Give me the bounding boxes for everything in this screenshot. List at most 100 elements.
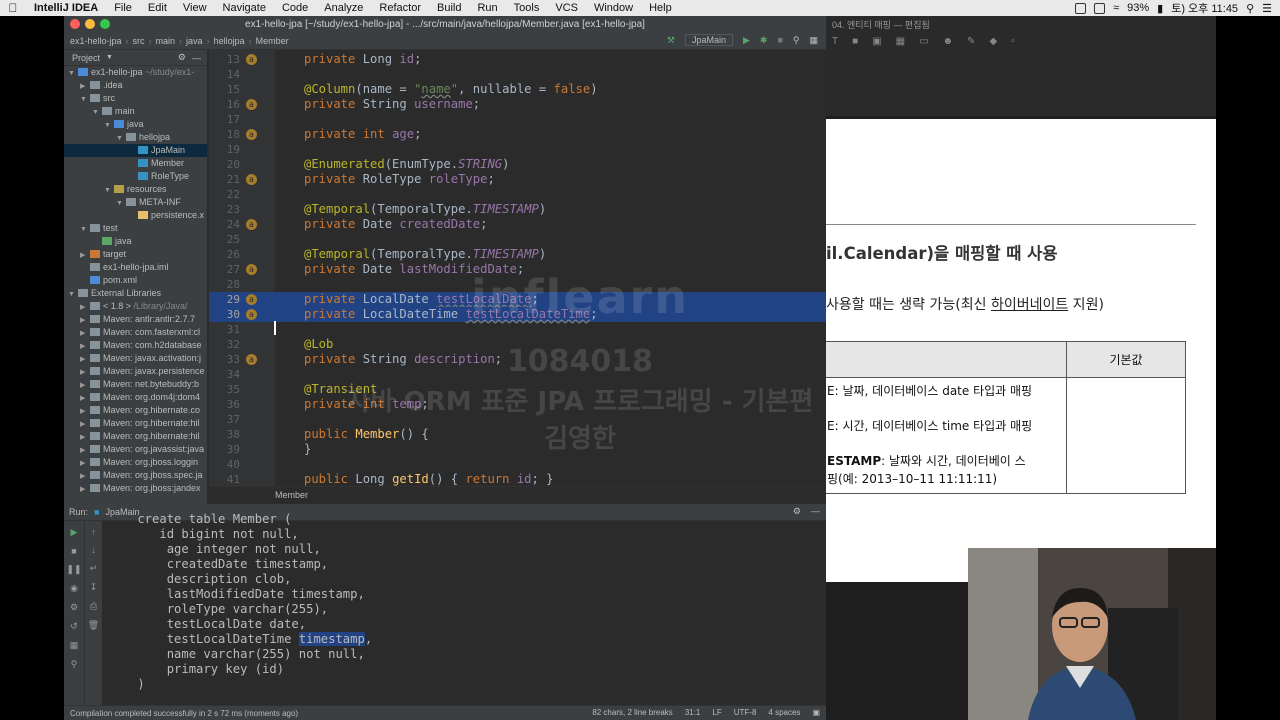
- tree-item[interactable]: ▶ Maven: org.javassist:java: [64, 443, 207, 456]
- breadcrumb-project[interactable]: ex1-hello-jpa: [70, 36, 122, 46]
- chevron-right-icon[interactable]: ▶: [80, 327, 90, 339]
- chevron-right-icon[interactable]: ▶: [80, 431, 90, 443]
- slide-canvas[interactable]: il.Calendar)을 매핑할 때 사용 사용할 때는 생략 가능(최신 하…: [826, 119, 1216, 582]
- trash-icon[interactable]: 🗑: [88, 620, 99, 631]
- menu-refactor[interactable]: Refactor: [371, 2, 429, 14]
- tree-item[interactable]: ▼ META-INF: [64, 196, 207, 209]
- menu-app-name[interactable]: IntelliJ IDEA: [26, 2, 106, 14]
- breadcrumb-package[interactable]: hellojpa: [214, 36, 245, 46]
- code-line[interactable]: 35 @Transient: [209, 382, 826, 397]
- code-line[interactable]: 21 a private RoleType roleType;: [209, 172, 826, 187]
- restore-layout-icon[interactable]: ↺: [70, 621, 78, 632]
- code-line[interactable]: 40: [209, 457, 826, 472]
- tree-item[interactable]: ▼ External Libraries: [64, 287, 207, 300]
- menu-vcs[interactable]: VCS: [547, 2, 586, 14]
- down-arrow-icon[interactable]: ↓: [91, 545, 96, 555]
- tree-item[interactable]: ▶ Maven: org.jboss.loggin: [64, 456, 207, 469]
- hide-panel-icon[interactable]: —: [192, 53, 201, 63]
- menu-run[interactable]: Run: [469, 2, 505, 14]
- project-structure-icon[interactable]: ▦: [809, 35, 818, 46]
- document-icon[interactable]: ▫: [1011, 36, 1015, 47]
- chevron-down-icon[interactable]: ▼: [80, 223, 90, 235]
- tree-item[interactable]: ▶ target: [64, 248, 207, 261]
- layout-icon[interactable]: ▦: [70, 640, 79, 651]
- chevron-down-icon[interactable]: ▼: [104, 184, 114, 196]
- code-line[interactable]: 15 @Column(name = "name", nullable = fals…: [209, 82, 826, 97]
- tree-item[interactable]: ▼ resources: [64, 183, 207, 196]
- chevron-right-icon[interactable]: ▶: [80, 353, 90, 365]
- code-line[interactable]: 31: [209, 322, 826, 337]
- tree-item[interactable]: ▶ < 1.8 > /Library/Java/: [64, 300, 207, 313]
- menu-view[interactable]: View: [175, 2, 215, 14]
- chevron-down-icon[interactable]: ▼: [116, 132, 126, 144]
- code-line[interactable]: 17: [209, 112, 826, 127]
- field-gutter-icon[interactable]: a: [246, 264, 257, 275]
- chevron-down-icon[interactable]: ▼: [68, 288, 78, 300]
- code-line[interactable]: 30 a private LocalDateTime testLocalDateTi…: [209, 307, 826, 322]
- code-line[interactable]: 33 a private String description;: [209, 352, 826, 367]
- tree-item[interactable]: ▶ Maven: org.jboss:jandex: [64, 482, 207, 495]
- gear-icon[interactable]: ⚙: [793, 506, 801, 517]
- menu-edit[interactable]: Edit: [140, 2, 175, 14]
- table-tool-icon[interactable]: ▦: [896, 36, 905, 47]
- tree-item[interactable]: ▶ Maven: org.dom4j:dom4: [64, 391, 207, 404]
- field-gutter-icon[interactable]: a: [246, 309, 257, 320]
- camera-icon[interactable]: ◉: [70, 583, 78, 594]
- format-icon[interactable]: ✎: [967, 36, 975, 47]
- tree-item[interactable]: ▼ src: [64, 92, 207, 105]
- chevron-right-icon[interactable]: ▶: [80, 340, 90, 352]
- menu-tools[interactable]: Tools: [506, 2, 548, 14]
- code-line[interactable]: 25: [209, 232, 826, 247]
- tree-item[interactable]: ▶ Maven: org.jboss.spec.ja: [64, 469, 207, 482]
- tree-item[interactable]: ▶ Maven: net.bytebuddy:b: [64, 378, 207, 391]
- code-line[interactable]: 32 @Lob: [209, 337, 826, 352]
- tree-item[interactable]: ▶ .idea: [64, 79, 207, 92]
- tree-item[interactable]: JpaMain: [64, 144, 207, 157]
- menu-list-icon[interactable]: ☰: [1262, 2, 1272, 15]
- code-line[interactable]: 29 a private LocalDate testLocalDate;: [209, 292, 826, 307]
- rerun-icon[interactable]: ▶: [71, 527, 78, 538]
- code-line[interactable]: 39}: [209, 442, 826, 457]
- chevron-down-icon[interactable]: ▼: [68, 67, 78, 79]
- code-line[interactable]: 34: [209, 367, 826, 382]
- battery-icon[interactable]: ▮: [1157, 2, 1163, 15]
- up-arrow-icon[interactable]: ↑: [91, 527, 96, 537]
- breadcrumb-src[interactable]: src: [133, 36, 145, 46]
- field-gutter-icon[interactable]: a: [246, 129, 257, 140]
- tree-item[interactable]: ▶ Maven: org.hibernate:hil: [64, 417, 207, 430]
- chevron-right-icon[interactable]: ▶: [80, 379, 90, 391]
- code-line[interactable]: 20 @Enumerated(EnumType.STRING): [209, 157, 826, 172]
- collaborate-icon[interactable]: ☻: [943, 36, 954, 47]
- breadcrumb-java[interactable]: java: [186, 36, 203, 46]
- hide-panel-icon[interactable]: —: [811, 506, 820, 517]
- tree-item[interactable]: ▶ Maven: antlr:antlr:2.7.7: [64, 313, 207, 326]
- menu-build[interactable]: Build: [429, 2, 469, 14]
- code-line[interactable]: 41 public Long getId() { return id; }: [209, 472, 826, 487]
- indent-setting[interactable]: 4 spaces: [768, 708, 800, 717]
- chevron-right-icon[interactable]: ▶: [80, 366, 90, 378]
- pin-icon[interactable]: ⚲: [71, 659, 78, 670]
- menu-file[interactable]: File: [106, 2, 140, 14]
- tree-item[interactable]: Member: [64, 157, 207, 170]
- code-line[interactable]: 22: [209, 187, 826, 202]
- battery-percent[interactable]: 93%: [1127, 2, 1149, 14]
- chevron-right-icon[interactable]: ▶: [80, 483, 90, 495]
- chevron-right-icon[interactable]: ▶: [80, 444, 90, 456]
- menu-window[interactable]: Window: [586, 2, 641, 14]
- field-gutter-icon[interactable]: a: [246, 99, 257, 110]
- file-encoding[interactable]: UTF-8: [734, 708, 757, 717]
- tree-item[interactable]: ▶ Maven: com.fasterxml:cl: [64, 326, 207, 339]
- soft-wrap-icon[interactable]: ↵: [90, 563, 98, 574]
- tree-item[interactable]: ex1-hello-jpa.iml: [64, 261, 207, 274]
- tree-item[interactable]: ▶ Maven: org.hibernate:hil: [64, 430, 207, 443]
- debug-icon[interactable]: ✱: [760, 35, 768, 46]
- build-icon[interactable]: ⚒: [667, 35, 675, 46]
- tree-item[interactable]: ▼ hellojpa: [64, 131, 207, 144]
- chevron-down-icon[interactable]: ▼: [80, 93, 90, 105]
- tree-item[interactable]: java: [64, 235, 207, 248]
- tree-item[interactable]: pom.xml: [64, 274, 207, 287]
- code-line[interactable]: 26 @Temporal(TemporalType.TIMESTAMP): [209, 247, 826, 262]
- code-line[interactable]: 18 a private int age;: [209, 127, 826, 142]
- tree-item[interactable]: RoleType: [64, 170, 207, 183]
- code-line[interactable]: 23 @Temporal(TemporalType.TIMESTAMP): [209, 202, 826, 217]
